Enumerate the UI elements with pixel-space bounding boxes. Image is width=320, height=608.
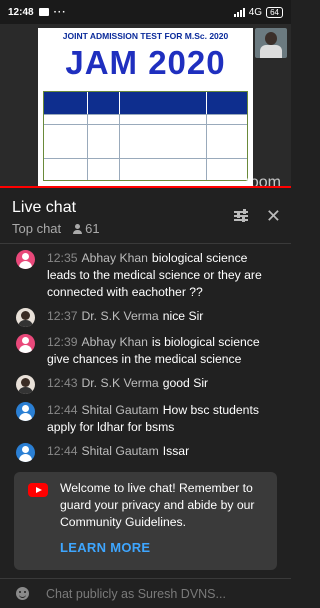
pink-person-avatar[interactable] [16,250,35,269]
person-icon [73,223,83,234]
blue-person-avatar[interactable] [16,443,35,462]
message-text: nice Sir [162,309,204,323]
emoji-icon[interactable] [16,587,29,600]
photo-avatar[interactable] [16,375,35,394]
chat-message: 12:39 Abhay Khan is biological science giv… [0,334,291,368]
chat-guidelines-notice: Welcome to live chat! Remember to guard … [14,472,277,570]
viewer-count-value: 61 [85,221,100,236]
pink-person-avatar[interactable] [16,334,35,353]
live-chat-header: Live chat Top chat 61 ✕ [0,188,291,243]
network-label: 4G [248,6,263,18]
chat-message: 12:44 Shital Gautam How bsc students apply… [0,402,291,436]
settings-sliders-icon[interactable] [233,209,248,222]
message-text: biological science leads to the medical … [47,251,262,299]
chat-message: 12:37 Dr. S.K Verma nice Sir [0,308,291,327]
slide-table [43,91,248,181]
video-player[interactable]: JOINT ADMISSION TEST FOR M.Sc. 2020 JAM … [0,24,291,188]
message-time: 12:44 [47,403,78,417]
status-bar: 12:48 ··· 4G 64 [0,0,291,24]
chat-mode-selector[interactable]: Top chat [12,221,61,236]
chat-input[interactable] [46,586,276,601]
message-author[interactable]: Dr. S.K Verma [82,309,159,323]
signal-icon [233,7,245,17]
message-author[interactable]: Shital Gautam [82,403,159,417]
message-icon [38,8,49,16]
message-text: Issar [162,444,190,458]
slide-subtitle: JOINT ADMISSION TEST FOR M.Sc. 2020 [62,31,229,41]
message-author[interactable]: Abhay Khan [82,251,148,265]
slide-title: JAM 2020 [65,44,226,81]
message-text: good Sir [162,376,209,390]
viewer-count: 61 [73,221,100,236]
chat-message: 12:44 Shital Gautam Issar [0,443,291,462]
message-time: 12:35 [47,251,78,265]
close-icon[interactable]: ✕ [266,207,281,225]
more-notifications-icon: ··· [53,6,67,18]
message-author[interactable]: Abhay Khan [82,335,148,349]
message-time: 12:39 [47,335,78,349]
message-text: is biological science give chances in th… [47,335,260,366]
header-divider [0,243,291,244]
learn-more-button[interactable]: LEARN MORE [60,540,150,555]
message-author[interactable]: Dr. S.K Verma [82,376,159,390]
photo-avatar[interactable] [16,308,35,327]
presentation-slide: JOINT ADMISSION TEST FOR M.Sc. 2020 JAM … [38,28,253,186]
message-time: 12:37 [47,309,78,323]
chat-input-bar [0,579,291,608]
chat-message: 12:43 Dr. S.K Verma good Sir [0,375,291,394]
message-author[interactable]: Shital Gautam [82,444,159,458]
youtube-icon [28,483,48,497]
battery-icon: 64 [266,6,283,18]
chat-message: 12:35 Abhay Khan biological science leads … [0,250,291,301]
participant-video-thumbnail [255,28,287,58]
blue-person-avatar[interactable] [16,402,35,421]
message-time: 12:43 [47,376,78,390]
message-time: 12:44 [47,444,78,458]
notice-text: Welcome to live chat! Remember to guard … [60,481,255,529]
status-time: 12:48 [8,6,34,18]
